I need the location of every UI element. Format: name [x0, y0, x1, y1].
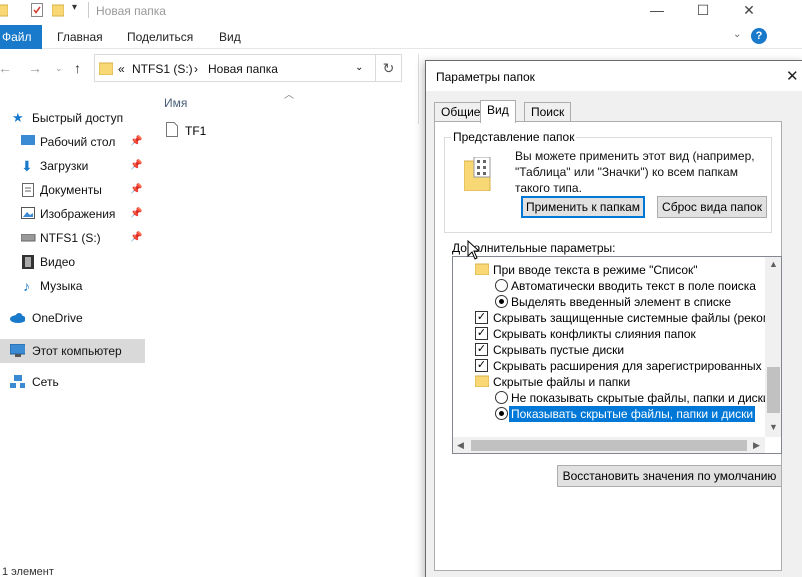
scroll-down-icon[interactable]: ▼	[769, 422, 778, 432]
address-segment-drive[interactable]: NTFS1 (S:)	[132, 62, 193, 76]
music-icon: ♪	[23, 278, 30, 294]
back-icon[interactable]: ←	[0, 60, 12, 76]
sidebar-item-music[interactable]: ♪ Музыка	[0, 274, 145, 298]
checkbox[interactable]: ✓	[475, 327, 488, 340]
video-icon	[22, 255, 34, 269]
forward-icon[interactable]: →	[28, 60, 42, 76]
dialog-close-button[interactable]: ✕	[786, 67, 799, 85]
advanced-settings-list[interactable]: При вводе текста в режиме "Список" Автом…	[452, 256, 782, 454]
radio-button[interactable]	[495, 279, 508, 292]
network-icon	[10, 375, 25, 388]
minimize-button[interactable]: —	[634, 0, 680, 22]
title-divider	[88, 2, 89, 18]
vertical-scrollbar[interactable]: ▲ ▼	[765, 257, 781, 437]
group-title: Представление папок	[451, 130, 577, 144]
scroll-thumb[interactable]	[471, 440, 747, 451]
apply-to-folders-button[interactable]: Применить к папкам	[521, 196, 645, 218]
horizontal-scrollbar[interactable]: ◀ ▶	[453, 437, 765, 453]
pin-icon: 📌	[130, 232, 143, 243]
status-bar-count: 1 элемент	[2, 566, 54, 577]
sidebar-item-drive[interactable]: NTFS1 (S:) 📌	[0, 226, 145, 250]
reset-folders-button[interactable]: Сброс вида папок	[657, 196, 767, 218]
computer-icon	[10, 344, 25, 357]
sidebar-item-documents[interactable]: Документы 📌	[0, 178, 145, 202]
sidebar-item-onedrive[interactable]: OneDrive	[0, 306, 145, 330]
address-separator[interactable]: ›	[194, 62, 198, 76]
help-button[interactable]: ?	[751, 28, 767, 44]
documents-icon	[22, 183, 34, 197]
address-segment-folder[interactable]: Новая папка	[208, 62, 278, 76]
group-description: Вы можете применить этот вид (например, …	[515, 149, 755, 195]
file-icon	[166, 122, 178, 137]
properties-icon[interactable]	[31, 3, 43, 17]
sidebar-item-quick-access[interactable]: ★ Быстрый доступ	[0, 106, 145, 130]
navigation-pane: ★ Быстрый доступ Рабочий стол 📌 ⬇ Загруз…	[0, 104, 145, 404]
tab-view[interactable]: Вид	[219, 25, 241, 49]
pictures-icon	[21, 207, 35, 219]
scroll-up-icon[interactable]: ▲	[769, 259, 778, 269]
checkbox[interactable]: ✓	[475, 311, 488, 324]
sidebar-item-downloads[interactable]: ⬇ Загрузки 📌	[0, 154, 145, 178]
sort-indicator-icon: ︿	[284, 90, 294, 101]
tab-file[interactable]: Файл	[0, 25, 42, 49]
sidebar-item-desktop[interactable]: Рабочий стол 📌	[0, 130, 145, 154]
recent-dropdown-icon[interactable]: ⌄	[55, 63, 63, 74]
restore-defaults-button[interactable]: Восстановить значения по умолчанию	[557, 465, 782, 487]
radio-button[interactable]	[495, 391, 508, 404]
quick-access-dropdown-icon[interactable]: ▾	[72, 2, 77, 13]
cloud-icon	[10, 313, 25, 323]
sidebar-item-video[interactable]: Видео	[0, 250, 145, 274]
star-icon: ★	[12, 110, 24, 125]
selected-option-label: Показывать скрытые файлы, папки и диски	[509, 406, 756, 422]
folder-options-dialog: Параметры папок ✕ Общие Вид Поиск Предст…	[425, 60, 802, 577]
mouse-cursor-icon	[467, 240, 481, 260]
divider	[418, 54, 419, 124]
folder-icon	[475, 375, 489, 387]
folder-icon	[0, 4, 8, 17]
folder-icon	[99, 62, 113, 75]
refresh-button[interactable]: ↻	[376, 54, 402, 82]
navigation-bar: ← → ⌄ ↑ « NTFS1 (S:) › Новая папка ⌄ ↻	[0, 54, 420, 84]
explorer-titlebar: ▾ Новая папка — ☐ ✕	[0, 0, 802, 22]
window-title: Новая папка	[96, 4, 166, 18]
sidebar-item-network[interactable]: Сеть	[0, 370, 145, 394]
folder-view-icon	[464, 157, 491, 191]
folder-view-group: Представление папок Вы можете применить …	[444, 130, 772, 233]
tab-share[interactable]: Поделиться	[127, 25, 193, 49]
tab-home[interactable]: Главная	[57, 25, 103, 49]
radio-button[interactable]	[495, 295, 508, 308]
expand-ribbon-icon[interactable]: ⌄	[733, 29, 741, 40]
maximize-button[interactable]: ☐	[680, 0, 726, 22]
checkbox[interactable]: ✓	[475, 359, 488, 372]
file-name: TF1	[185, 124, 207, 138]
sidebar-item-pictures[interactable]: Изображения 📌	[0, 202, 145, 226]
pin-icon: 📌	[130, 208, 143, 219]
address-overflow[interactable]: «	[118, 62, 125, 76]
tab-view[interactable]: Вид	[480, 100, 516, 123]
close-window-button[interactable]: ✕	[726, 0, 772, 22]
pin-icon: 📌	[130, 136, 143, 147]
address-dropdown-icon[interactable]: ⌄	[355, 62, 363, 73]
column-header-name[interactable]: Имя	[164, 96, 187, 110]
tab-search[interactable]: Поиск	[524, 102, 572, 122]
dialog-title: Параметры папок	[436, 70, 535, 84]
pin-icon: 📌	[130, 160, 143, 171]
desktop-icon	[21, 135, 35, 145]
download-icon: ⬇	[21, 158, 33, 174]
sidebar-item-this-pc[interactable]: Этот компьютер	[0, 339, 145, 363]
pin-icon: 📌	[130, 184, 143, 195]
scroll-left-icon[interactable]: ◀	[457, 440, 464, 451]
checkbox[interactable]: ✓	[475, 343, 488, 356]
new-folder-icon[interactable]	[52, 3, 64, 17]
ribbon-tabs: Файл Главная Поделиться Вид	[0, 25, 802, 49]
up-icon[interactable]: ↑	[74, 60, 81, 76]
folder-icon	[475, 263, 489, 275]
address-bar[interactable]: « NTFS1 (S:) › Новая папка ⌄	[94, 54, 376, 82]
drive-icon	[21, 234, 36, 242]
radio-button[interactable]	[495, 407, 508, 420]
scroll-thumb[interactable]	[767, 367, 780, 413]
scroll-right-icon[interactable]: ▶	[753, 440, 760, 451]
